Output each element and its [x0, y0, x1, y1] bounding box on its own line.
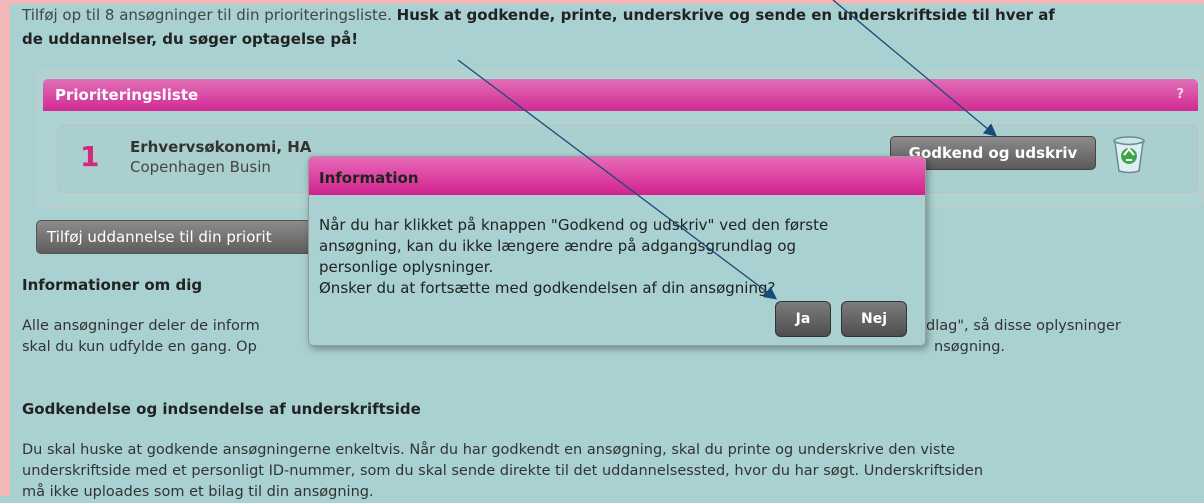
- intro-line-2: de uddannelser, du søger optagelse på!: [22, 30, 359, 48]
- recycle-bin-icon[interactable]: [1110, 134, 1148, 174]
- intro-line-1-plain: Tilføj op til 8 ansøgninger til din prio…: [22, 6, 397, 24]
- yes-button[interactable]: Ja: [775, 301, 831, 337]
- info-line-1-left: Alle ansøgninger deler de inform: [22, 318, 260, 334]
- priority-list-title: Prioriteringsliste: [55, 86, 199, 104]
- dialog-line-2: ansøgning, kan du ikke længere ændre på …: [319, 237, 797, 255]
- sign-line-1: Du skal huske at godkende ansøgningerne …: [22, 442, 956, 458]
- education-title: Erhvervsøkonomi, HA: [130, 138, 312, 156]
- intro-line-1: Tilføj op til 8 ansøgninger til din prio…: [22, 4, 1055, 26]
- sign-line-3: må ikke uploades som et bilag til din an…: [22, 484, 374, 500]
- sign-line-2: underskriftside med et personligt ID-num…: [22, 463, 984, 479]
- dialog-title: Information: [309, 157, 925, 195]
- no-button[interactable]: Nej: [841, 301, 907, 337]
- dialog-line-4: Ønsker du at fortsætte med godkendelsen …: [319, 279, 776, 297]
- sign-section-heading: Godkendelse og indsendelse af underskrif…: [22, 400, 421, 418]
- info-line-2-right: nsøgning.: [934, 339, 1006, 355]
- info-line-1-right: dlag", så disse oplysninger: [926, 318, 1121, 334]
- info-line-2-left: skal du kun udfylde en gang. Op: [22, 339, 257, 355]
- left-strip: [0, 0, 10, 496]
- add-education-button[interactable]: Tilføj uddannelse til din priorit: [36, 220, 342, 254]
- dialog-message: Når du har klikket på knappen "Godkend o…: [319, 215, 919, 299]
- priority-list-header: Prioriteringsliste ?: [43, 79, 1198, 111]
- institution-name: Copenhagen Busin: [130, 158, 271, 176]
- dialog-line-3: personlige oplysninger.: [319, 258, 494, 276]
- dialog-line-1: Når du har klikket på knappen "Godkend o…: [319, 216, 829, 234]
- information-dialog: Information Når du har klikket på knappe…: [308, 156, 926, 346]
- info-section-heading: Informationer om dig: [22, 276, 203, 294]
- help-icon[interactable]: ?: [1176, 79, 1184, 111]
- intro-line-1-bold: Husk at godkende, printe, underskrive og…: [396, 6, 1055, 24]
- priority-number: 1: [80, 140, 100, 173]
